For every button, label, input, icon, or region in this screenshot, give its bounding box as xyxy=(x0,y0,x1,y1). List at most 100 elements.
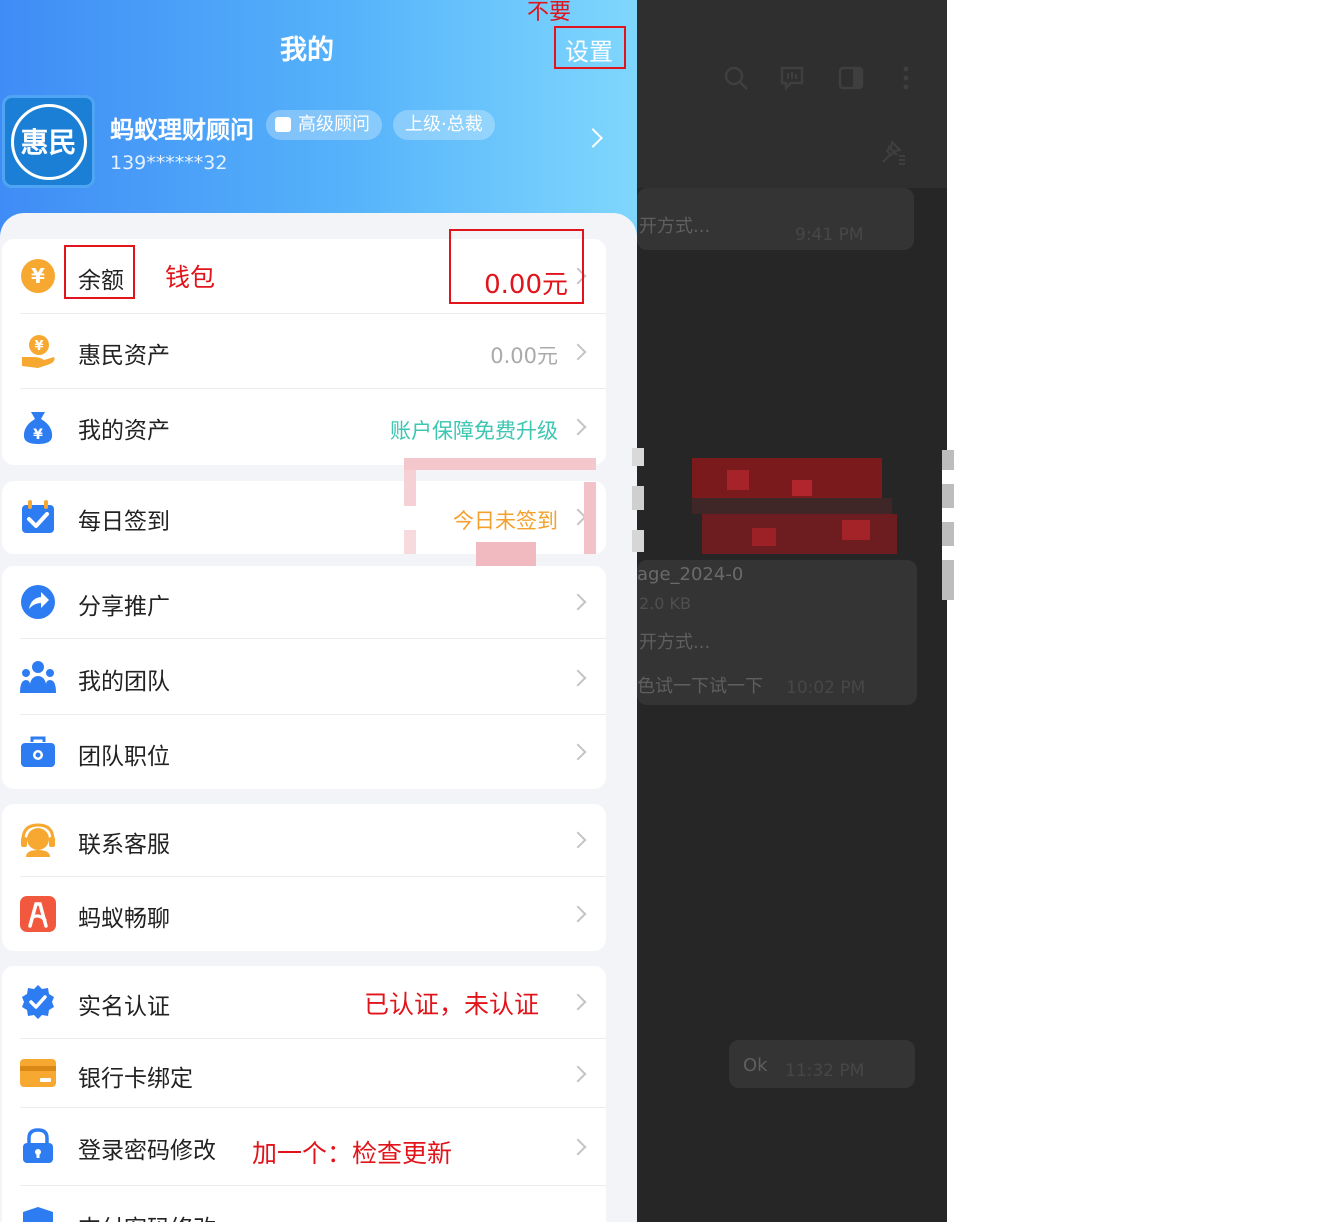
redaction-noise xyxy=(942,546,954,560)
headset-icon xyxy=(21,823,55,857)
chat-file-size: 2.0 KB xyxy=(639,594,691,613)
redaction-block xyxy=(792,480,812,496)
redaction-strip xyxy=(476,542,536,566)
background-chat-window: 开方式... 9:41 PM age_2024-0 2.0 KB 开方式... … xyxy=(637,0,947,1222)
balance-annotation: 钱包 xyxy=(165,263,216,292)
lock-icon xyxy=(23,1128,53,1163)
chat-reply-text: Ok xyxy=(743,1055,768,1076)
redaction-block xyxy=(692,498,892,514)
redaction-noise xyxy=(942,508,954,522)
redaction-strip xyxy=(404,470,416,506)
chat-message-text: 开方式... xyxy=(639,216,711,237)
yen-coin-icon: ¥ xyxy=(21,259,55,293)
pinned-list-icon[interactable] xyxy=(880,140,906,166)
chevron-right-icon xyxy=(569,343,587,361)
briefcase-icon xyxy=(21,736,55,767)
bankcard-label: 银行卡绑定 xyxy=(78,1066,193,1092)
chevron-right-icon xyxy=(569,418,587,436)
page-title: 我的 xyxy=(280,35,334,66)
share-row[interactable]: 分享推广 xyxy=(2,566,606,639)
screenshot-stage: 我的 设置 惠民 蚂蚁理财顾问 高级顾问 上级·总裁 139******32 ¥ xyxy=(0,0,1332,1222)
svg-text:¥: ¥ xyxy=(31,264,45,288)
huimin-assets-label: 惠民资产 xyxy=(78,343,170,369)
chevron-right-icon xyxy=(569,1138,587,1156)
verified-badge-icon xyxy=(22,985,54,1019)
chat-message-text: 色试一下试一下 xyxy=(637,676,763,697)
my-team-label: 我的团队 xyxy=(78,669,170,695)
sidebar-toggle-icon[interactable] xyxy=(838,65,864,91)
bank-card-icon xyxy=(20,1059,56,1087)
service-card: 联系客服 蚂蚁畅聊 xyxy=(2,804,606,951)
chat-message-text: 开方式... xyxy=(639,632,711,653)
redaction-block xyxy=(727,470,749,490)
redaction-noise xyxy=(632,530,644,552)
team-people-icon xyxy=(20,661,56,693)
my-assets-label: 我的资产 xyxy=(78,418,170,444)
chat-file-name: age_2024-0 xyxy=(637,564,744,585)
ant-chat-label: 蚂蚁畅聊 xyxy=(78,906,170,932)
redaction-block xyxy=(752,528,776,546)
bankcard-row[interactable]: 银行卡绑定 xyxy=(2,1039,606,1108)
user-phone: 139******32 xyxy=(110,152,228,174)
level-badge-label: 高级顾问 xyxy=(298,114,370,135)
search-icon[interactable] xyxy=(723,65,749,91)
realname-annotation: 已认证，未认证 xyxy=(364,990,540,1019)
my-team-row[interactable]: 我的团队 xyxy=(2,639,606,715)
chat-reply-time: 11:32 PM xyxy=(785,1061,865,1081)
checkin-status: 今日未签到 xyxy=(453,509,558,533)
support-row[interactable]: 联系客服 xyxy=(2,804,606,877)
redaction-noise xyxy=(942,470,954,484)
chevron-right-icon xyxy=(569,669,587,687)
huimin-assets-row[interactable]: ¥ 惠民资产 0.00元 xyxy=(2,314,606,389)
redaction-noise xyxy=(632,486,644,510)
my-assets-row[interactable]: ¥ 我的资产 账户保障免费升级 xyxy=(2,389,606,465)
chevron-right-icon xyxy=(569,905,587,923)
support-label: 联系客服 xyxy=(78,832,170,858)
calendar-check-icon xyxy=(22,500,54,533)
pay-password-row[interactable]: 支付密码修改 xyxy=(2,1186,606,1222)
svg-text:¥: ¥ xyxy=(34,339,43,354)
advisor-badge-icon xyxy=(275,117,291,132)
ant-chat-app-icon xyxy=(20,896,56,932)
huimin-assets-value: 0.00元 xyxy=(490,344,558,368)
poll-icon[interactable] xyxy=(779,65,805,91)
svg-text:¥: ¥ xyxy=(33,427,43,443)
superior-badge: 上级·总裁 xyxy=(393,110,495,140)
team-position-row[interactable]: 团队职位 xyxy=(2,715,606,789)
avatar[interactable]: 惠民 xyxy=(2,95,95,188)
settings-highlight-box xyxy=(554,26,626,69)
chevron-right-icon xyxy=(569,743,587,761)
ant-chat-row[interactable]: 蚂蚁畅聊 xyxy=(2,877,606,951)
balance-highlight-box xyxy=(64,245,135,299)
redaction-noise xyxy=(632,448,644,466)
password-annotation: 加一个：检查更新 xyxy=(252,1139,453,1168)
team-position-label: 团队职位 xyxy=(78,744,170,770)
share-label: 分享推广 xyxy=(78,594,170,620)
chat-message-time: 10:02 PM xyxy=(786,678,866,698)
more-vertical-icon[interactable] xyxy=(893,65,919,91)
redaction-block xyxy=(692,458,882,498)
settings-annotation: 不要 xyxy=(527,0,572,25)
login-password-label: 登录密码修改 xyxy=(78,1138,216,1164)
shield-lock-icon xyxy=(23,1207,53,1222)
team-card: 分享推广 我的团队 团队职位 xyxy=(2,566,606,789)
hand-coin-icon: ¥ xyxy=(22,335,55,368)
chevron-right-icon xyxy=(569,593,587,611)
balance-value-highlight-box xyxy=(449,229,584,304)
money-bag-icon: ¥ xyxy=(23,412,53,444)
level-badge: 高级顾问 xyxy=(266,110,382,140)
redaction-block xyxy=(842,520,870,540)
chat-message-time: 9:41 PM xyxy=(795,225,864,245)
user-name: 蚂蚁理财顾问 xyxy=(110,116,254,144)
pay-password-label: 支付密码修改 xyxy=(78,1209,216,1222)
chevron-right-icon xyxy=(569,993,587,1011)
share-icon xyxy=(21,585,55,619)
chevron-right-icon xyxy=(569,831,587,849)
upgrade-notice: 账户保障免费升级 xyxy=(390,419,558,443)
avatar-logo-text: 惠民 xyxy=(20,126,77,159)
redaction-strip xyxy=(584,482,596,554)
redaction-strip xyxy=(404,458,596,470)
chevron-right-icon xyxy=(569,1065,587,1083)
profile-chevron-right-icon[interactable] xyxy=(583,128,603,148)
profile-page: 我的 设置 惠民 蚂蚁理财顾问 高级顾问 上级·总裁 139******32 ¥ xyxy=(0,0,637,1222)
